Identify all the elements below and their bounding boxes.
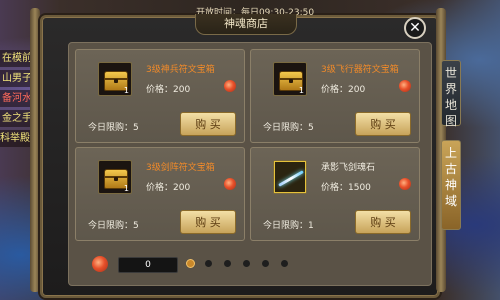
- page-dot[interactable]: [243, 260, 250, 267]
- soul-gem-currency-icon: [92, 256, 108, 272]
- item-price: 价格：200: [146, 183, 191, 193]
- hud-label[interactable]: 备河水: [0, 90, 34, 107]
- item-name: 3级飞行器符文宝箱: [321, 65, 399, 75]
- item-name: 3级神兵符文宝箱: [146, 65, 215, 75]
- soul-gem-icon: [224, 178, 236, 190]
- page-dot[interactable]: [281, 260, 288, 267]
- item-name: 3级剑阵符文宝箱: [146, 163, 215, 173]
- item-quantity: 1: [123, 86, 129, 95]
- item-slot[interactable]: [273, 160, 307, 194]
- hud-label[interactable]: 在模前: [0, 50, 34, 67]
- item-quantity: 1: [298, 86, 304, 95]
- item-quantity: 1: [123, 184, 129, 193]
- item-slot[interactable]: 1: [98, 62, 132, 96]
- close-button[interactable]: ✕: [404, 17, 426, 39]
- hud-label[interactable]: 山男子: [0, 70, 34, 87]
- soul-gem-icon: [399, 178, 411, 190]
- page-dot[interactable]: [262, 260, 269, 267]
- frame-scroll-left: [30, 8, 40, 292]
- page-dot[interactable]: [224, 260, 231, 267]
- daily-limit: 今日限购：1: [263, 221, 314, 231]
- item-slot[interactable]: 1: [273, 62, 307, 96]
- page-dot[interactable]: [205, 260, 212, 267]
- currency-amount: 0: [118, 257, 178, 273]
- buy-button[interactable]: 购 买: [355, 210, 411, 234]
- item-price: 价格：1500: [321, 183, 371, 193]
- shop-item-card: 1 3级剑阵符文宝箱 价格：200 今日限购：5 购 买: [75, 147, 245, 241]
- shop-item-card: 1 3级神兵符文宝箱 价格：200 今日限购：5 购 买: [75, 49, 245, 143]
- soul-gem-icon: [399, 80, 411, 92]
- buy-button[interactable]: 购 买: [180, 210, 236, 234]
- item-slot[interactable]: 1: [98, 160, 132, 194]
- world-map-tab[interactable]: 世界地图: [441, 60, 461, 128]
- page-dot-active[interactable]: [186, 259, 195, 268]
- buy-button[interactable]: 购 买: [180, 112, 236, 136]
- buy-button[interactable]: 购 买: [355, 112, 411, 136]
- item-price: 价格：200: [146, 85, 191, 95]
- item-name: 承影飞剑魂石: [321, 163, 376, 173]
- hud-label[interactable]: 科举殿说: [0, 130, 34, 147]
- close-icon: ✕: [409, 20, 421, 36]
- hud-label[interactable]: 金之手: [0, 110, 34, 127]
- daily-limit: 今日限购：5: [263, 123, 314, 133]
- item-price: 价格：200: [321, 85, 366, 95]
- shop-item-card: 1 3级飞行器符文宝箱 价格：200 今日限购：5 购 买: [250, 49, 420, 143]
- daily-limit: 今日限购：5: [88, 123, 139, 133]
- shop-item-card: 承影飞剑魂石 价格：1500 今日限购：1 购 买: [250, 147, 420, 241]
- item-grid-panel: 1 3级神兵符文宝箱 价格：200 今日限购：5 购 买 1 3级飞行器符文宝箱…: [68, 42, 432, 286]
- ancient-realm-tab[interactable]: 上古神域: [441, 140, 461, 230]
- daily-limit: 今日限购：5: [88, 221, 139, 231]
- shop-title: 神魂商店: [195, 14, 297, 35]
- soul-gem-icon: [224, 80, 236, 92]
